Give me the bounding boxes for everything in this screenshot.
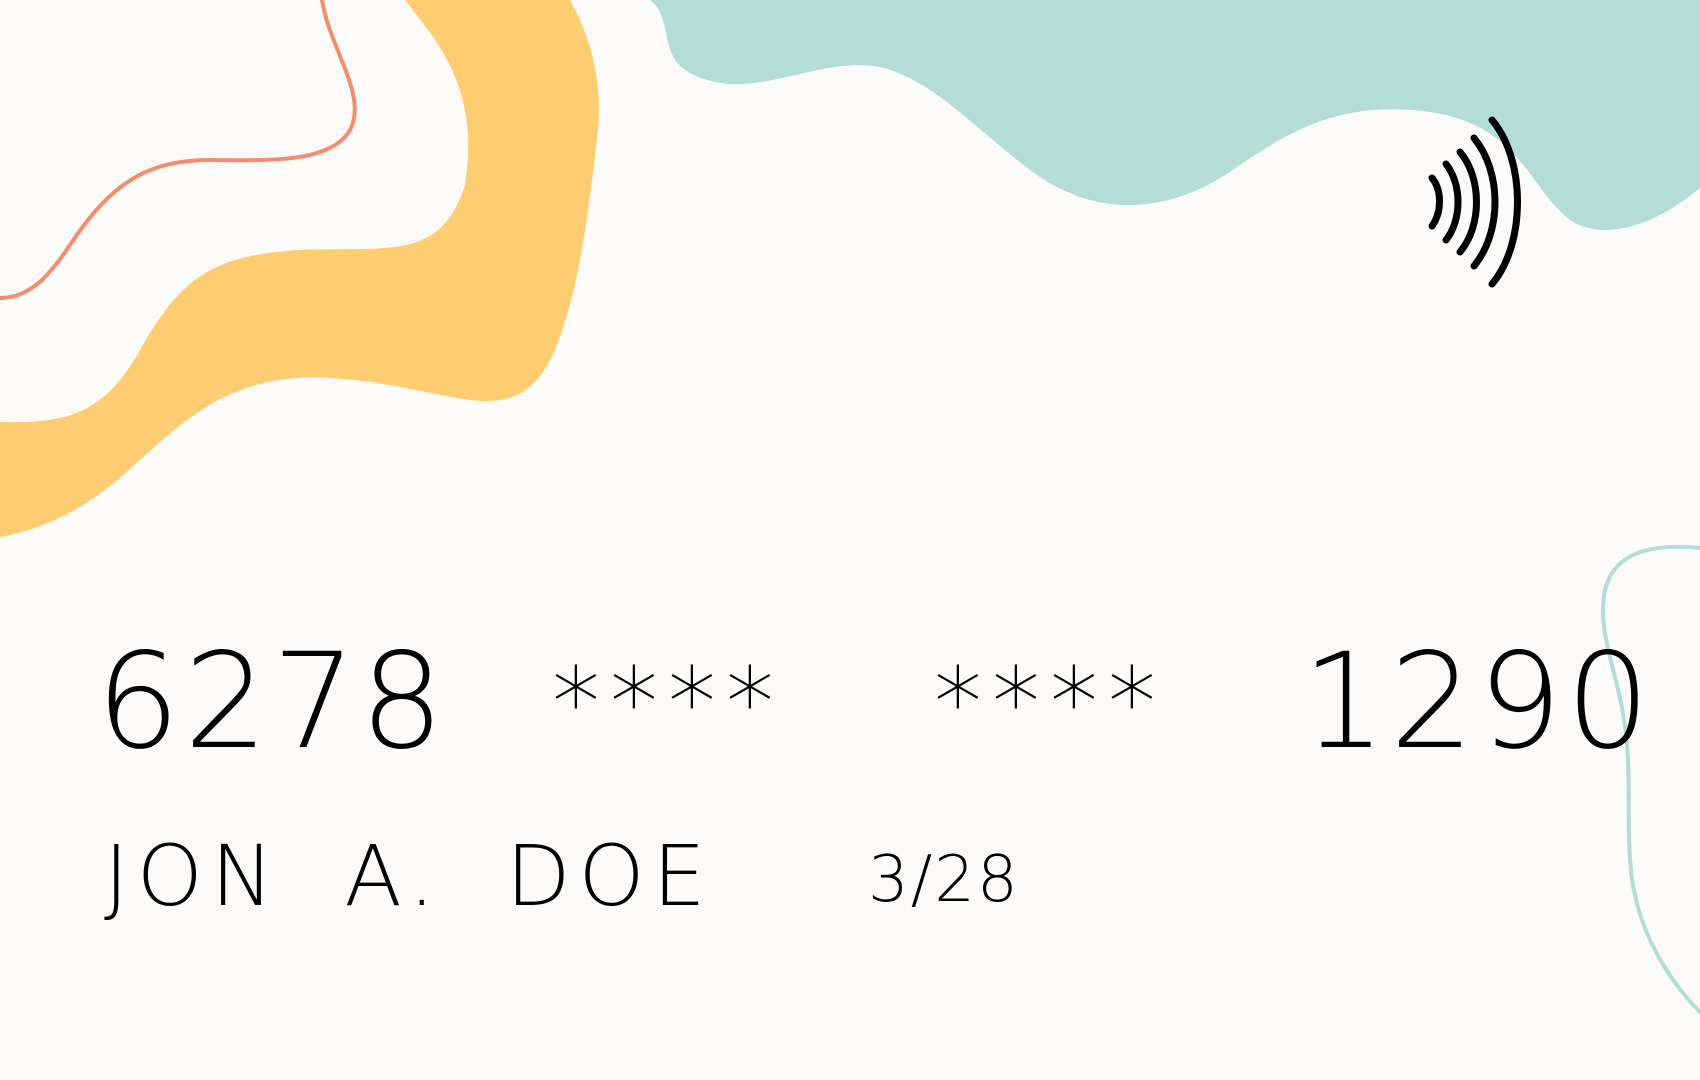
contactless-payment-icon xyxy=(1428,116,1521,288)
card-number-group-3-masked: **** xyxy=(934,647,1166,759)
cardholder-name: JON A. DOE xyxy=(104,827,714,925)
expiry-date: 3/28 xyxy=(868,843,1020,917)
card-number-group-1: 6278 xyxy=(96,625,448,779)
teal-wave-line xyxy=(1600,544,1700,1014)
teal-wave-shape xyxy=(650,0,1700,230)
card-number-group-2-masked: **** xyxy=(552,647,784,759)
credit-card: 6278 **** **** 1290 JON A. DOE 3/28 xyxy=(0,0,1700,1080)
card-number: 6278 **** **** 1290 xyxy=(0,632,1700,772)
mustard-wave-shape xyxy=(0,0,600,537)
card-number-group-4: 1290 xyxy=(1302,625,1654,779)
